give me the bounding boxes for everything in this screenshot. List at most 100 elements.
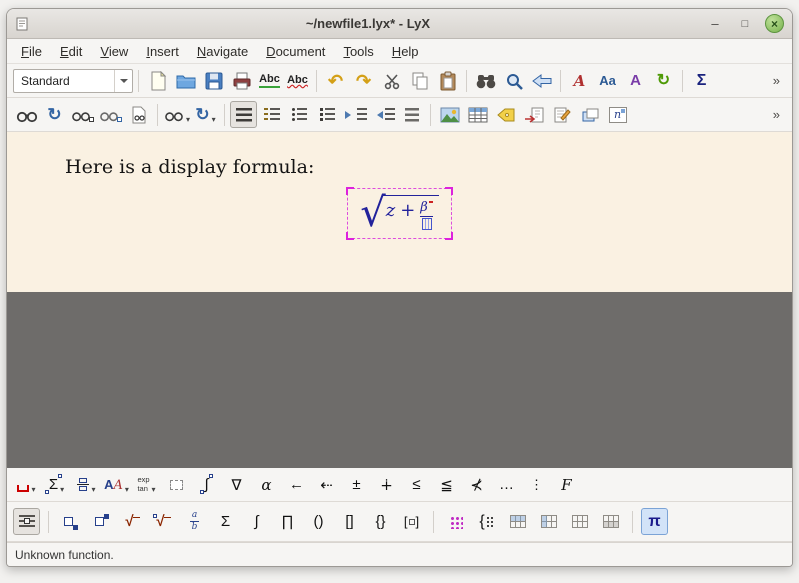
spellcheck-button[interactable]: Abc [256, 67, 283, 94]
empty-placeholder-box[interactable] [422, 218, 432, 230]
menu-edit[interactable]: Edit [52, 42, 90, 61]
math-function-f-button[interactable]: F [553, 471, 580, 498]
insert-label-button[interactable] [492, 101, 519, 128]
document-page[interactable]: Here is a display formula: √ z + β [7, 132, 792, 292]
bullet-list-button[interactable] [286, 101, 313, 128]
math-panel-toggle[interactable]: π [641, 508, 668, 535]
update-master-button[interactable] [97, 101, 124, 128]
fraction-button[interactable]: ab [181, 508, 208, 535]
description-list-button[interactable] [314, 101, 341, 128]
maximize-button[interactable]: □ [735, 14, 755, 34]
add-row-button[interactable] [504, 508, 531, 535]
insert-figure-button[interactable] [436, 101, 463, 128]
new-document-button[interactable] [144, 67, 171, 94]
brackets-button[interactable]: [] [336, 508, 363, 535]
text-style-button[interactable]: A [622, 67, 649, 94]
insert-table-button[interactable] [464, 101, 491, 128]
root-button[interactable]: √ [150, 508, 177, 535]
close-button[interactable]: × [765, 14, 784, 33]
toggle-grid-lines-button[interactable] [566, 508, 593, 535]
view-source-button[interactable] [125, 101, 152, 128]
cases-environment-button[interactable]: { [473, 508, 500, 535]
menu-insert[interactable]: Insert [138, 42, 187, 61]
apply-style-button[interactable]: ↻ [650, 67, 677, 94]
toolbar-overflow-button[interactable]: » [767, 105, 786, 124]
menu-navigate[interactable]: Navigate [189, 42, 256, 61]
insert-float-button[interactable] [576, 101, 603, 128]
view-master-button[interactable] [69, 101, 96, 128]
language-check-button[interactable]: Abc [284, 67, 311, 94]
add-column-button[interactable] [535, 508, 562, 535]
menu-tools[interactable]: Tools [335, 42, 381, 61]
math-functions-menu-button[interactable]: exptan▾ [133, 471, 160, 498]
delimiters-button[interactable]: [] [398, 508, 425, 535]
increase-depth-button[interactable] [342, 101, 369, 128]
operator-limits-button[interactable]: ∫ [193, 471, 220, 498]
decrease-depth-button[interactable] [370, 101, 397, 128]
arrow-button[interactable]: ← [283, 471, 310, 498]
emphasis-button[interactable]: A [566, 67, 593, 94]
minimize-button[interactable]: – [705, 14, 725, 34]
print-button[interactable] [228, 67, 255, 94]
insert-nomenclature-button[interactable]: n [604, 101, 631, 128]
copy-button[interactable] [406, 67, 433, 94]
paste-button[interactable] [434, 67, 461, 94]
insert-cross-reference-button[interactable] [520, 101, 547, 128]
navigate-back-button[interactable] [528, 67, 555, 94]
dot-plus-button[interactable]: ∔ [373, 471, 400, 498]
parentheses-button[interactable]: () [305, 508, 332, 535]
search-button[interactable] [500, 67, 527, 94]
not-precedes-button[interactable]: ⊀ [463, 471, 490, 498]
nomenclature-icon: n [609, 107, 627, 123]
numbered-list-button[interactable] [258, 101, 285, 128]
integral-button[interactable]: ∫ [243, 508, 270, 535]
less-equal-double-button[interactable]: ≦ [433, 471, 460, 498]
toggle-border-lines-button[interactable] [597, 508, 624, 535]
menu-help[interactable]: Help [384, 42, 427, 61]
view-other-formats-button[interactable]: ▾ [163, 101, 191, 128]
noun-style-button[interactable]: Aa [594, 67, 621, 94]
display-formula-toggle[interactable] [13, 508, 40, 535]
product-button[interactable]: ∏ [274, 508, 301, 535]
cut-button[interactable] [378, 67, 405, 94]
dots-button[interactable]: … [493, 471, 520, 498]
separator [560, 70, 561, 92]
layout-combobox[interactable]: Standard [13, 69, 133, 93]
plus-minus-button[interactable]: ± [343, 471, 370, 498]
titlebar[interactable]: ~/newfile1.lyx* - LyX – □ × [7, 9, 792, 39]
save-button[interactable] [200, 67, 227, 94]
menu-view[interactable]: View [92, 42, 136, 61]
nabla-button[interactable]: ∇ [223, 471, 250, 498]
greek-letters-button[interactable]: α [253, 471, 280, 498]
insert-matrix-button[interactable] [442, 508, 469, 535]
redo-button[interactable]: ↷ [350, 67, 377, 94]
big-operator-menu-button[interactable]: Σ▾ [43, 471, 70, 498]
sum-button[interactable]: Σ [212, 508, 239, 535]
undo-button[interactable]: ↶ [322, 67, 349, 94]
menu-document[interactable]: Document [258, 42, 333, 61]
square-root-button[interactable]: √ [119, 508, 146, 535]
document-canvas[interactable]: Here is a display formula: √ z + β [7, 132, 792, 468]
selected-formula-inset[interactable]: √ z + β [347, 188, 452, 239]
update-button[interactable]: ↻ [41, 101, 68, 128]
list-layout-button[interactable] [398, 101, 425, 128]
insert-citation-button[interactable] [548, 101, 575, 128]
math-font-menu-button[interactable]: AA▾ [103, 471, 130, 498]
paragraph-settings-button[interactable] [230, 101, 257, 128]
math-space-menu-button[interactable]: ▾ [13, 471, 40, 498]
insert-box-button[interactable] [163, 471, 190, 498]
dashed-arrow-button[interactable]: ⇠ [313, 471, 340, 498]
menu-file[interactable]: File [13, 42, 50, 61]
toolbar-overflow-button[interactable]: » [767, 71, 786, 90]
update-other-formats-button[interactable]: ↻▾ [192, 101, 219, 128]
open-document-button[interactable] [172, 67, 199, 94]
fraction-menu-button[interactable]: ▾ [73, 471, 100, 498]
find-replace-button[interactable] [472, 67, 499, 94]
less-equal-button[interactable]: ≤ [403, 471, 430, 498]
braces-button[interactable]: {} [367, 508, 394, 535]
insert-math-button[interactable]: Σ [688, 67, 715, 94]
superscript-button[interactable] [88, 508, 115, 535]
vertical-dots-button[interactable]: ⋮ [523, 471, 550, 498]
subscript-button[interactable] [57, 508, 84, 535]
view-button[interactable] [13, 101, 40, 128]
